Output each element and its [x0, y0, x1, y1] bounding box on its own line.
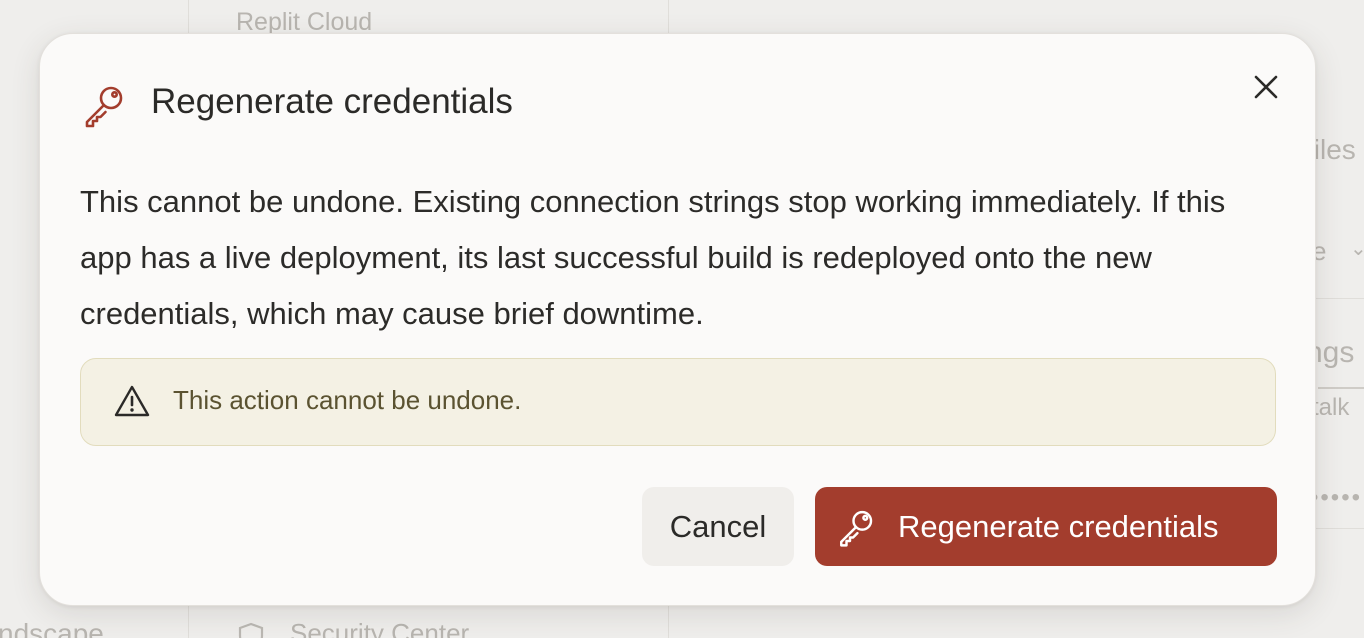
regenerate-credentials-dialog: Regenerate credentials This cannot be un… [39, 33, 1316, 606]
key-icon [81, 81, 129, 129]
chevron-down-icon: ⌄ [1350, 238, 1364, 260]
shield-icon [238, 622, 264, 638]
background-tab-underline [1318, 387, 1364, 389]
cancel-button[interactable]: Cancel [642, 487, 794, 566]
close-icon [1254, 75, 1278, 99]
warning-callout: This action cannot be undone. [80, 358, 1276, 446]
warning-triangle-icon [114, 384, 150, 418]
warning-text: This action cannot be undone. [173, 385, 522, 415]
background-talk-fragment: talk [1312, 394, 1350, 421]
background-sidebar-fragment: ndscape [0, 618, 104, 638]
dialog-description: This cannot be undone. Existing connecti… [80, 184, 1226, 331]
dialog-title: Regenerate credentials [151, 82, 513, 121]
key-icon [836, 506, 878, 548]
regenerate-credentials-button[interactable]: Regenerate credentials [815, 487, 1277, 566]
close-button[interactable] [1246, 67, 1286, 107]
regenerate-button-label: Regenerate credentials [898, 508, 1219, 544]
background-masked-value: ••••• [1310, 484, 1363, 511]
background-security-center: Security Center [290, 618, 470, 638]
cancel-button-label: Cancel [669, 508, 767, 544]
